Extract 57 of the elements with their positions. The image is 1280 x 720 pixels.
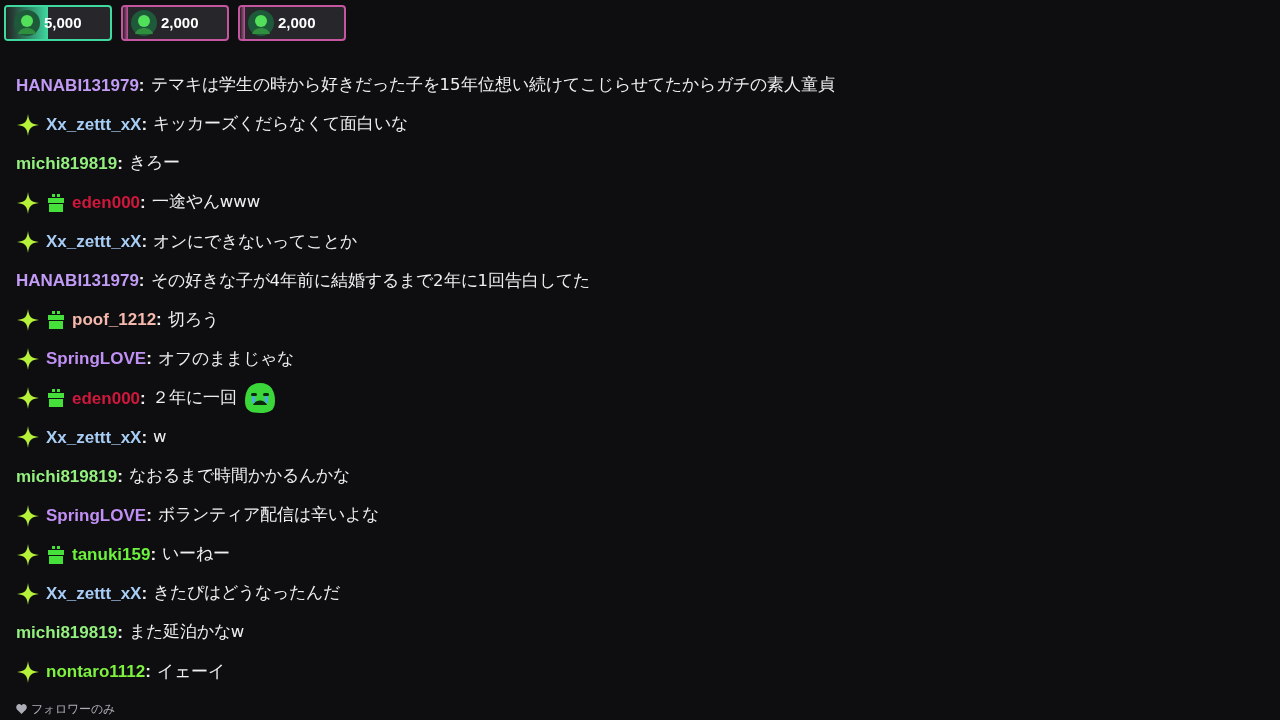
username[interactable]: Xx_zettt_xX — [46, 424, 142, 451]
colon: : — [117, 153, 123, 175]
colon: : — [150, 543, 157, 566]
username[interactable]: Xx_zettt_xX — [46, 111, 142, 138]
username[interactable]: eden000 — [72, 385, 141, 412]
colon: : — [146, 504, 152, 527]
chat-mode-label: フォロワーのみ — [31, 700, 115, 718]
leaderboard-card[interactable]: 2,000 — [238, 5, 346, 41]
message-text: テマキは学生の時から好きだった子を15年位想い続けてこじらせてたからガチの素人童貞 — [150, 74, 835, 97]
colon: : — [138, 74, 145, 97]
message-text: キッカーズくだらなくて面白いな — [153, 113, 409, 136]
colon: : — [141, 426, 148, 449]
message-text: イェーイ — [156, 660, 225, 683]
message-text: きろー — [128, 152, 180, 175]
message-text: ２年に一回 — [151, 386, 237, 409]
avatar-icon — [131, 10, 157, 36]
colon: : — [156, 309, 162, 332]
bits-amount: 2,000 — [278, 12, 316, 33]
message-text: オフのままじゃな — [157, 347, 294, 370]
message-text: なおるまで時間かかるんかな — [128, 465, 350, 488]
message-text: ボランティア配信は辛いよな — [157, 504, 379, 527]
username[interactable]: nontaro1112 — [46, 659, 146, 685]
username[interactable]: michi819819 — [16, 151, 118, 177]
message-text: その好きな子が4年前に結婚するまで2年に1回告白してた — [150, 269, 590, 292]
username[interactable]: michi819819 — [16, 463, 118, 490]
heart-icon — [16, 703, 27, 714]
username[interactable]: Xx_zettt_xX — [46, 581, 142, 607]
colon: : — [140, 387, 146, 410]
username[interactable]: Xx_zettt_xX — [46, 229, 142, 255]
username[interactable]: michi819819 — [16, 620, 118, 646]
username[interactable]: SpringLOVE — [46, 346, 147, 372]
username[interactable]: eden000 — [72, 190, 141, 216]
message-text: オンにできないってことか — [153, 230, 358, 253]
username[interactable]: HANABI131979 — [16, 268, 139, 294]
username[interactable]: HANABI131979 — [16, 72, 139, 99]
message-text: いーねー — [162, 543, 231, 566]
username[interactable]: tanuki159 — [72, 541, 151, 568]
avatar-icon — [14, 10, 40, 36]
message-text: 一途やんwww — [151, 191, 261, 214]
colon: : — [138, 270, 145, 293]
colon: : — [141, 231, 148, 254]
leaderboard-card[interactable]: 2,000 — [121, 5, 229, 41]
message-text: また延泊かなw — [128, 621, 245, 644]
message-text: 切ろう — [167, 308, 219, 331]
avatar-icon — [248, 10, 274, 36]
username[interactable]: poof_1212 — [72, 307, 157, 333]
bits-amount: 2,000 — [161, 12, 199, 33]
message-text: w — [153, 426, 167, 448]
message-text: きたぴはどうなったんだ — [153, 582, 341, 605]
username[interactable]: SpringLOVE — [46, 502, 147, 529]
colon: : — [141, 113, 148, 136]
colon: : — [146, 348, 152, 371]
colon: : — [141, 583, 148, 605]
colon: : — [117, 465, 123, 488]
colon: : — [117, 622, 123, 645]
colon: : — [140, 192, 146, 215]
colon: : — [145, 661, 151, 684]
